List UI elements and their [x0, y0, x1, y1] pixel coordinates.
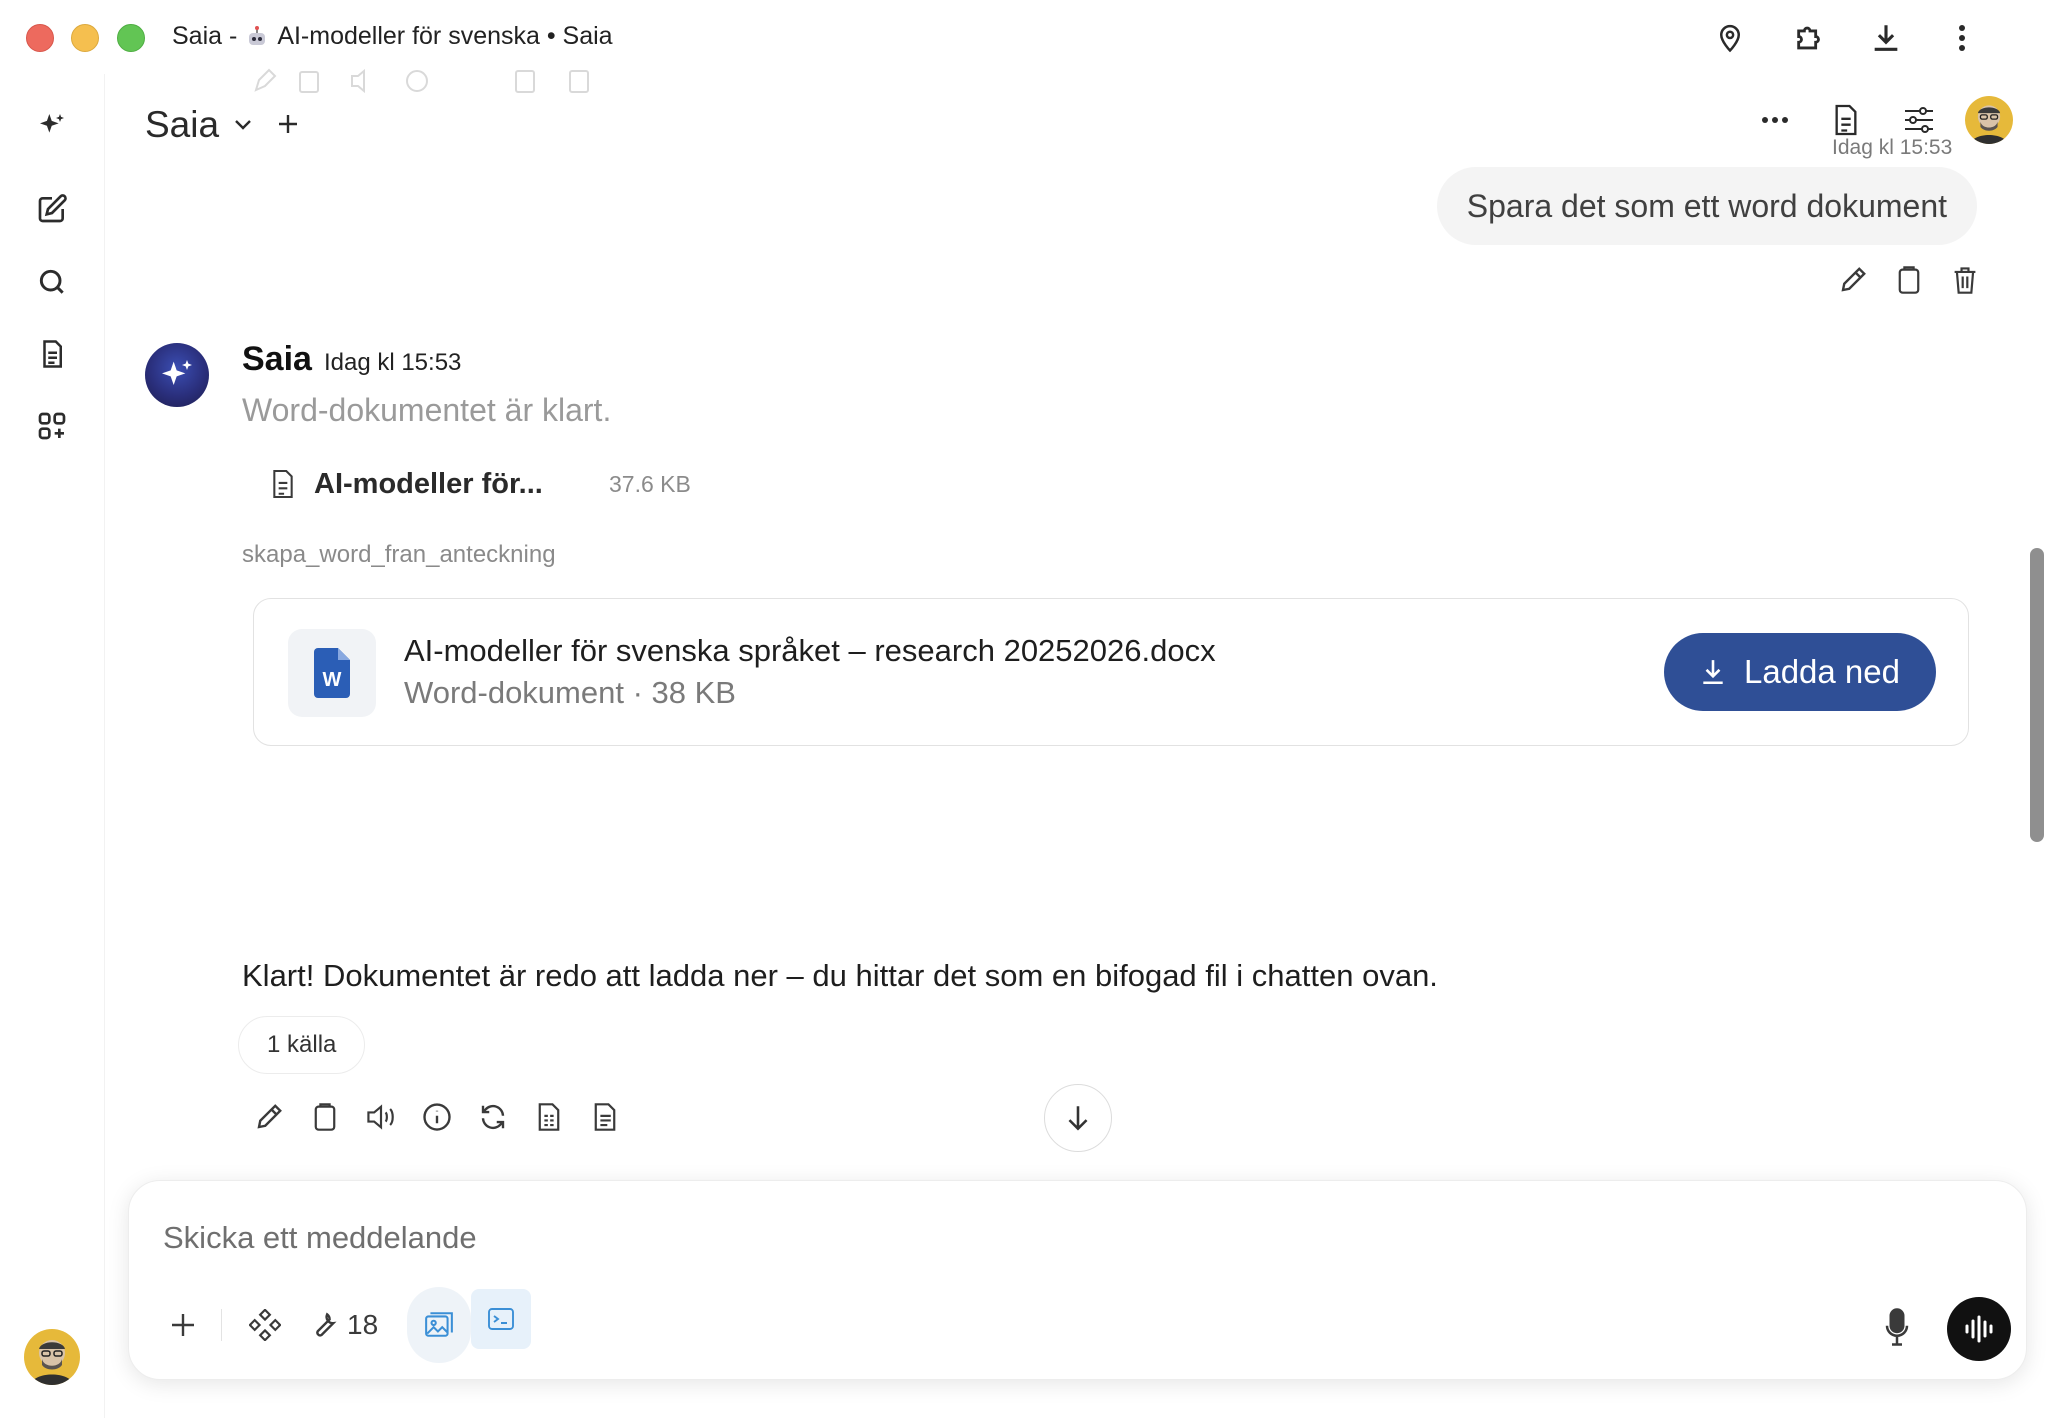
new-chat-icon[interactable] — [30, 187, 74, 231]
document-icon[interactable] — [1826, 100, 1866, 140]
document-card: W AI-modeller för svenska språket – rese… — [253, 598, 1969, 746]
read-aloud-speaker-icon[interactable] — [364, 1100, 398, 1134]
user-avatar[interactable] — [24, 1329, 80, 1385]
sparkles-icon[interactable] — [30, 104, 74, 148]
image-generation-toggle[interactable] — [407, 1287, 471, 1363]
user-message-time: Idag kl 15:53 — [1832, 136, 1953, 159]
sidebar — [0, 74, 104, 1418]
assistant-time: Idag kl 15:53 — [323, 349, 462, 376]
ghost-actions-row — [252, 68, 552, 94]
message-input[interactable] — [163, 1213, 1863, 1263]
edit-pencil-icon[interactable] — [252, 1100, 286, 1134]
more-horizontal-icon[interactable] — [1755, 100, 1795, 140]
copy-clipboard-icon[interactable] — [1892, 263, 1926, 297]
tool-call-name: skapa_word_fran_anteckning — [242, 541, 556, 568]
location-pin-icon[interactable] — [1710, 18, 1750, 58]
assistant-name: Saia — [242, 340, 312, 378]
integrations-icon[interactable] — [241, 1301, 289, 1349]
extensions-puzzle-icon[interactable] — [1790, 18, 1830, 58]
delete-trash-icon[interactable] — [1948, 263, 1982, 297]
more-vertical-icon[interactable] — [1942, 18, 1982, 58]
file-chip-name: AI-modeller för... — [314, 467, 543, 500]
arrow-down-icon — [1065, 1103, 1091, 1133]
ghost-actions-row-2 — [510, 68, 610, 94]
zoom-window-button[interactable] — [117, 24, 145, 52]
user-message-text: Spara det som ett word dokument — [1466, 187, 1947, 224]
regenerate-icon[interactable] — [476, 1100, 510, 1134]
tools-count: 18 — [347, 1309, 379, 1340]
close-window-button[interactable] — [26, 24, 54, 52]
assistant-message-actions — [252, 1100, 622, 1134]
chat-scrollbar[interactable] — [2030, 548, 2044, 842]
word-file-icon: W — [288, 629, 376, 717]
sources-button[interactable]: 1 källa — [238, 1016, 366, 1074]
window-title: Saia - AI-modeller för svenska • Saia — [172, 22, 613, 51]
info-icon[interactable] — [420, 1100, 454, 1134]
edit-pencil-icon[interactable] — [1836, 263, 1870, 297]
user-message-actions — [1836, 263, 1982, 297]
minimize-window-button[interactable] — [71, 24, 99, 52]
header-user-avatar[interactable] — [1965, 96, 2013, 144]
assistant-header: Saia Idag kl 15:53 — [242, 340, 461, 379]
voice-mode-button[interactable] — [1947, 1297, 2011, 1361]
sidebar-divider — [104, 74, 105, 1418]
download-arrow-icon — [1700, 658, 1726, 686]
file-document-icon — [270, 468, 296, 500]
scroll-to-bottom-button[interactable] — [1044, 1084, 1112, 1152]
assistant-status-text: Word-dokumentet är klart. — [242, 392, 612, 428]
add-model-button[interactable] — [272, 108, 304, 140]
tools-button[interactable]: 18 — [309, 1301, 399, 1349]
download-icon[interactable] — [1866, 18, 1906, 58]
microphone-icon[interactable] — [1877, 1305, 1917, 1349]
assistant-avatar — [145, 343, 209, 407]
file-chip-size: 37.6 KB — [609, 470, 691, 497]
document-icon[interactable] — [588, 1100, 622, 1134]
code-interpreter-toggle[interactable] — [471, 1289, 531, 1349]
spreadsheet-icon[interactable] — [532, 1100, 566, 1134]
window-titlebar: Saia - AI-modeller för svenska • Saia — [0, 0, 2050, 74]
attached-file-chip[interactable]: AI-modeller för... 37.6 KB — [242, 454, 712, 514]
settings-sliders-icon[interactable] — [1899, 100, 1939, 140]
download-button-label: Ladda ned — [1744, 653, 1900, 690]
add-attachment-button[interactable] — [159, 1301, 207, 1349]
copy-clipboard-icon[interactable] — [308, 1100, 342, 1134]
document-title: AI-modeller för svenska språket – resear… — [404, 633, 1216, 668]
sources-label: 1 källa — [267, 1031, 337, 1058]
model-selector[interactable]: Saia — [145, 104, 253, 146]
wrench-icon — [309, 1310, 339, 1340]
message-composer: 18 — [128, 1180, 2027, 1380]
composer-divider — [221, 1309, 222, 1341]
robot-icon — [245, 25, 269, 49]
word-icon-letter: W — [323, 669, 342, 691]
model-name: Saia — [145, 104, 220, 145]
user-message-bubble: Spara det som ett word dokument — [1436, 167, 1977, 245]
window-title-main: AI-modeller för svenska • Saia — [277, 22, 613, 50]
assistant-reply-text: Klart! Dokumentet är redo att ladda ner … — [242, 958, 1438, 993]
chevron-down-icon — [233, 118, 253, 132]
search-icon[interactable] — [30, 260, 74, 304]
apps-grid-icon[interactable] — [30, 404, 74, 448]
download-document-button[interactable]: Ladda ned — [1664, 633, 1936, 711]
notes-icon[interactable] — [30, 332, 74, 376]
window-title-prefix: Saia - — [172, 22, 238, 50]
document-meta: Word-dokument · 38 KB — [404, 675, 736, 710]
